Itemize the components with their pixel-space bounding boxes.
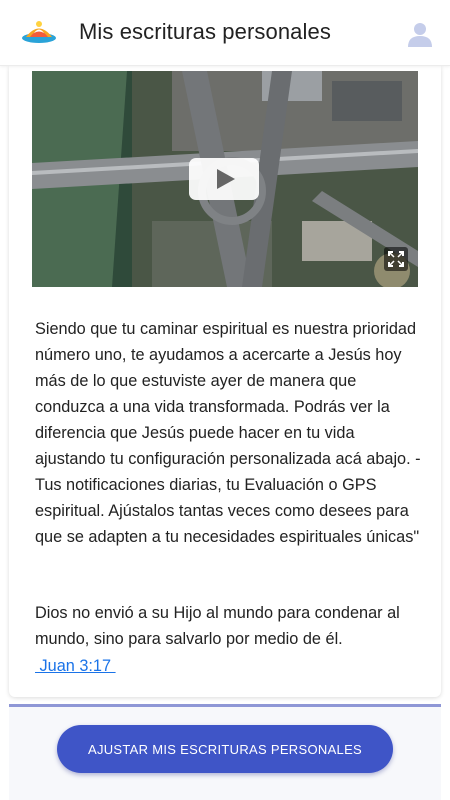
- adjust-scriptures-button[interactable]: AJUSTAR MIS ESCRITURAS PERSONALES: [57, 725, 393, 773]
- user-avatar-icon[interactable]: [406, 20, 434, 48]
- app-bar: Mis escrituras personales: [0, 0, 450, 66]
- verse-text: Dios no envió a su Hijo al mundo para co…: [35, 604, 400, 648]
- play-button[interactable]: [189, 158, 259, 200]
- verse-reference-link[interactable]: Juan 3:17: [35, 653, 116, 679]
- fullscreen-button[interactable]: [384, 247, 408, 271]
- dove-sunrise-logo-icon: [22, 21, 56, 43]
- description-paragraph: Siendo que tu caminar espiritual es nues…: [35, 320, 421, 546]
- page-title: Mis escrituras personales: [79, 19, 331, 44]
- video-player[interactable]: [32, 71, 418, 287]
- play-icon: [217, 169, 235, 189]
- fullscreen-icon: [388, 251, 404, 267]
